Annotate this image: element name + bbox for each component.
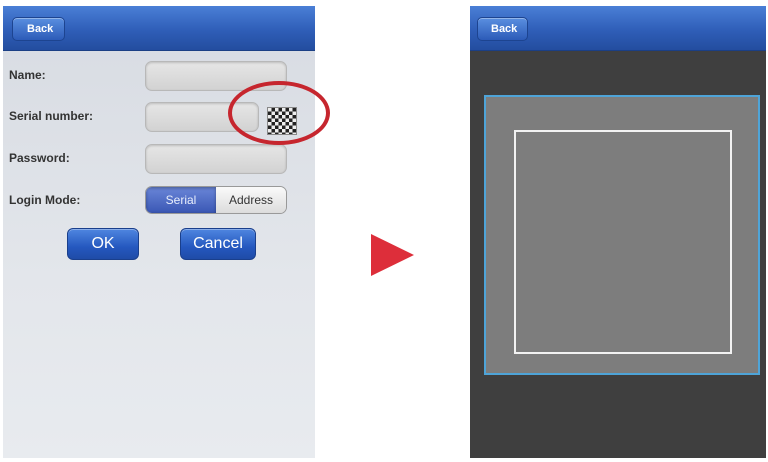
ok-button[interactable]: OK	[67, 228, 139, 260]
serial-number-label: Serial number:	[9, 109, 94, 123]
name-label: Name:	[9, 68, 46, 82]
cancel-button[interactable]: Cancel	[180, 228, 256, 260]
password-row: Password:	[9, 144, 309, 174]
login-mode-label: Login Mode:	[9, 193, 81, 207]
segment-address[interactable]: Address	[216, 187, 286, 213]
arrow-right-icon	[371, 234, 414, 276]
scanner-screen: Back	[470, 6, 766, 458]
scan-frame	[514, 130, 732, 354]
login-mode-segmented-control: Serial Address	[145, 186, 287, 214]
qr-highlight-circle	[228, 81, 330, 145]
login-mode-row: Login Mode: Serial Address	[9, 186, 309, 216]
back-button[interactable]: Back	[12, 17, 66, 41]
navigation-bar: Back	[470, 6, 766, 51]
back-button[interactable]: Back	[477, 17, 529, 41]
password-field[interactable]	[145, 144, 287, 174]
segment-serial[interactable]: Serial	[146, 187, 216, 213]
login-screen: Back Name: Serial number: Password: Logi…	[3, 6, 315, 458]
password-label: Password:	[9, 151, 70, 165]
navigation-bar: Back	[3, 6, 315, 51]
camera-preview	[484, 95, 760, 375]
